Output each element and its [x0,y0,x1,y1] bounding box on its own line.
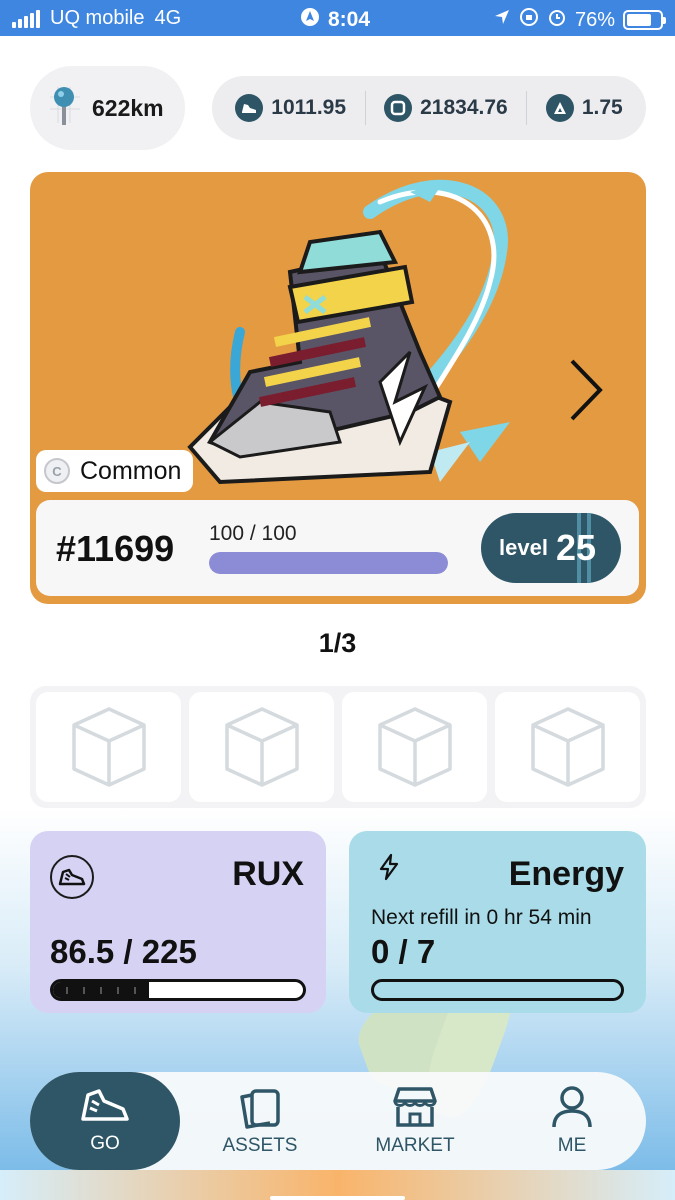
cards-icon [240,1089,280,1129]
store-icon [393,1087,437,1127]
gem-slot-1[interactable] [36,692,181,802]
home-indicator[interactable] [270,1196,405,1200]
token-value: 21834.76 [420,96,508,119]
sneaker-card[interactable]: C Common #11699 100 / 100 level 25 [30,172,646,604]
sneaker-id: #11699 [56,528,175,569]
nav-me[interactable]: ME [522,1072,622,1170]
next-sneaker-chevron-icon[interactable] [566,355,606,425]
gem-slot-4[interactable] [495,692,640,802]
gem-slot-2[interactable] [189,692,334,802]
rarity-label: Common [80,456,182,485]
carrier-label: UQ mobile [50,7,145,29]
square-coin-icon [384,94,413,122]
energy-refill-timer: Next refill in 0 hr 54 min [371,906,592,929]
network-label: 4G [154,7,182,29]
nav-label: ASSETS [222,1135,298,1156]
energy-value: 0 / 7 [371,933,436,970]
box-icon [377,707,452,787]
sneaker-icon [81,1089,129,1121]
person-icon [552,1086,592,1128]
level-value: 25 [555,527,596,568]
sneaker-icon [50,855,94,899]
energy-card[interactable]: Energy Next refill in 0 hr 54 min 0 / 7 [349,831,646,1013]
rarity-badge: C Common [36,450,194,492]
triangle-coin-icon [545,94,574,122]
nav-label: GO [90,1133,120,1154]
rux-value: 86.5 / 225 [50,933,197,970]
token-balance-sneaker[interactable]: 1011.95 [235,94,346,122]
status-bar: UQ mobile 4G 8:04 76% [0,0,675,36]
nav-market[interactable]: MARKET [365,1072,465,1170]
divider [526,91,528,125]
location-arrow-icon [493,8,511,32]
distance-value: 622km [92,94,164,121]
battery-percent: 76% [574,8,615,31]
bottom-nav: GO ASSETS MARKET ME [30,1072,646,1170]
rux-title: RUX [232,855,304,893]
durability-fill [209,552,448,574]
rux-card[interactable]: RUX 86.5 / 225 [30,831,326,1013]
gem-slot-3[interactable] [342,692,487,802]
box-icon [224,707,299,787]
nav-go[interactable]: GO [30,1072,180,1170]
sneaker-coin-icon [235,94,264,122]
signal-icon [12,9,40,28]
rux-progress-fill [53,982,149,998]
durability-label: 100 / 100 [209,522,297,545]
token-balances: 1011.95 21834.76 1.75 [212,76,646,140]
orientation-lock-icon [519,7,539,33]
token-balance-square[interactable]: 21834.76 [384,94,508,122]
rarity-coin-icon: C [44,458,70,484]
gem-slots [30,686,646,808]
level-badge[interactable]: level 25 [481,513,621,583]
nav-label: MARKET [375,1135,455,1156]
nav-label: ME [557,1135,587,1156]
token-value: 1011.95 [271,96,347,119]
lightning-icon [377,853,401,886]
level-label: level [499,535,548,560]
rux-progress-bar [50,979,306,1001]
box-icon [71,707,146,787]
map-pin-icon [48,83,82,134]
clock: 8:04 [328,8,371,31]
box-icon [530,707,605,787]
battery-icon [623,10,666,30]
distance-display[interactable]: 622km [30,66,185,150]
durability-bar [209,552,448,574]
sneaker-image [187,179,510,485]
sneaker-info-panel: #11699 100 / 100 level 25 [36,500,639,596]
location-services-icon [300,7,320,33]
token-balance-triangle[interactable]: 1.75 [545,94,623,122]
page-indicator: 1/3 [318,628,357,658]
alarm-icon [547,7,567,33]
divider [364,91,366,125]
token-value: 1.75 [581,96,623,119]
nav-assets[interactable]: ASSETS [210,1072,310,1170]
energy-title: Energy [508,855,624,893]
energy-progress-bar [371,979,624,1001]
